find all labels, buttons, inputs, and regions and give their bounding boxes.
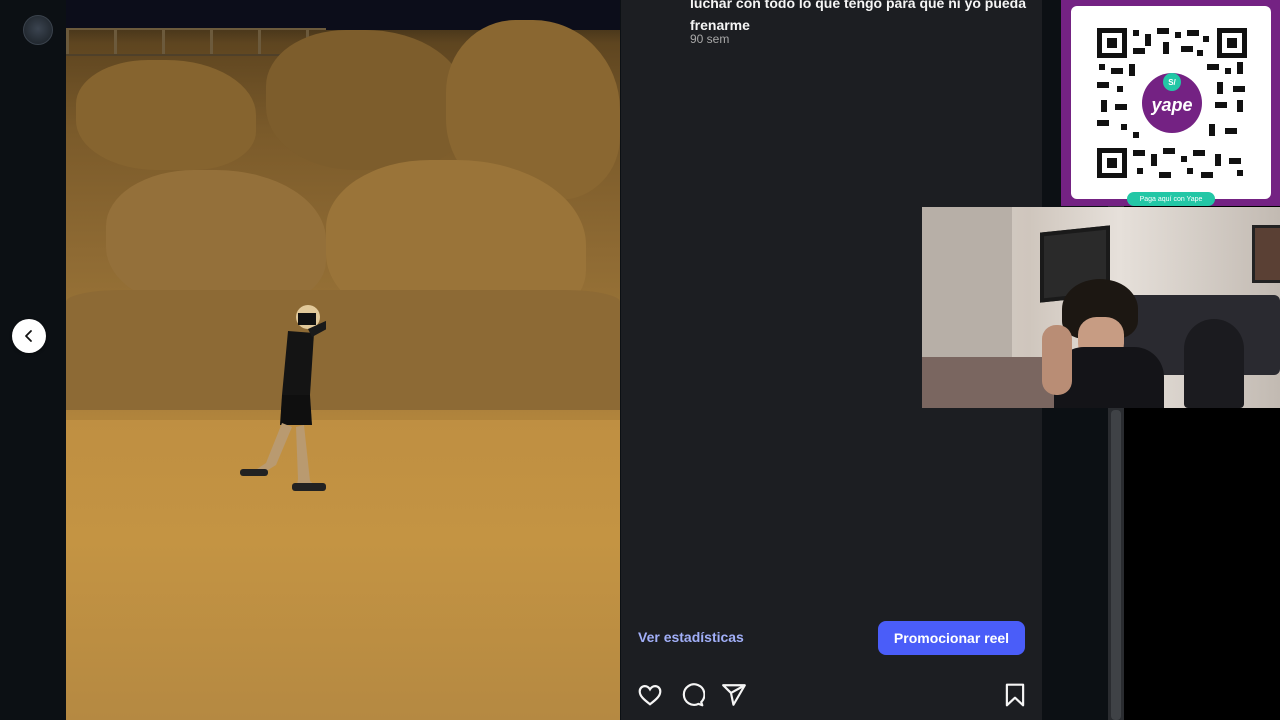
ground (66, 420, 620, 720)
qr-currency: S/ (1168, 78, 1176, 87)
chevron-left-icon (25, 330, 32, 342)
scrollbar-thumb[interactable] (1111, 410, 1121, 720)
comment-icon[interactable] (679, 682, 705, 708)
qr-brand-logo: yape (1150, 95, 1192, 115)
floor (922, 357, 1062, 408)
caption-text: luchar con todo lo que tengo para que ni… (690, 0, 1027, 33)
rock (106, 170, 326, 310)
rock (266, 30, 466, 170)
rock (66, 290, 620, 410)
left-gutter (0, 0, 66, 720)
bookmark-icon[interactable] (1002, 682, 1028, 708)
yape-qr-overlay: S/ yape Paga aquí con Yape (1061, 0, 1280, 206)
streamer-hand (1042, 325, 1072, 395)
share-icon[interactable] (721, 682, 747, 708)
heart-icon[interactable] (637, 682, 663, 708)
promote-reel-button[interactable]: Promocionar reel (878, 621, 1025, 655)
qr-code-icon: S/ yape (1097, 28, 1247, 178)
caption-timestamp[interactable]: 90 sem (690, 32, 729, 46)
avatar[interactable] (23, 15, 53, 45)
previous-post-button[interactable] (12, 319, 46, 353)
chair (1184, 319, 1244, 408)
qr-card: S/ yape (1071, 6, 1271, 199)
person-silhouette (240, 305, 326, 491)
view-stats-link[interactable]: Ver estadísticas (638, 629, 744, 645)
webcam-feed (922, 207, 1280, 408)
rock (76, 60, 256, 170)
wall-picture (1252, 225, 1280, 283)
qr-cta-label: Paga aquí con Yape (1127, 192, 1215, 206)
reel-video[interactable] (66, 0, 620, 720)
